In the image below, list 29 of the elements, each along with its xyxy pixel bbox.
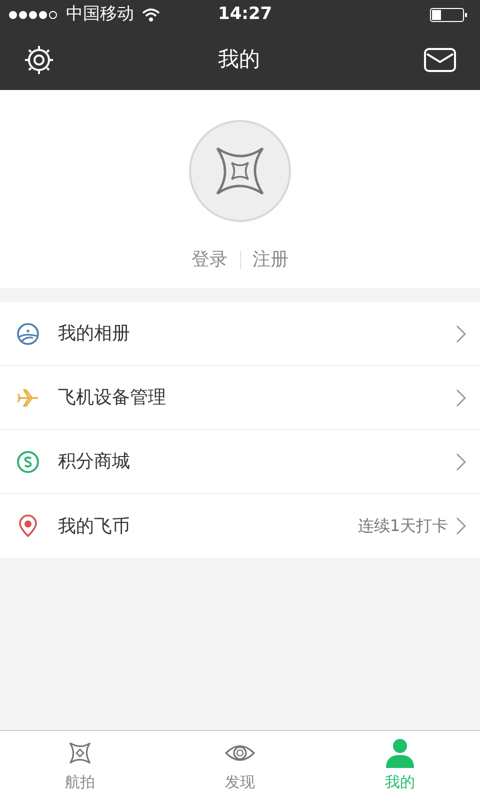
page-title: 我的	[218, 46, 260, 74]
menu-label: 我的飞币	[58, 514, 130, 538]
menu-label: 我的相册	[58, 322, 130, 346]
chevron-right-icon	[456, 517, 466, 535]
menu-item[interactable]: 我的飞币 连续1天打卡	[0, 494, 480, 558]
person-icon	[383, 737, 417, 770]
tab[interactable]: 发现	[160, 731, 320, 800]
chevron-right-icon	[456, 452, 466, 470]
chevron-right-icon	[456, 388, 466, 406]
carrier-name: 中国移动	[66, 3, 134, 26]
menu-detail: 连续1天打卡	[358, 515, 448, 537]
settings-icon[interactable]	[24, 45, 54, 75]
menu-label: 积分商城	[58, 450, 130, 474]
login-link[interactable]: 登录	[180, 246, 240, 273]
menu-item[interactable]: 积分商城	[0, 430, 480, 494]
menu-item[interactable]: 飞机设备管理	[0, 366, 480, 430]
album-icon	[16, 322, 40, 346]
dollar-icon	[16, 450, 40, 474]
chevron-right-icon	[456, 324, 466, 342]
battery-icon	[430, 7, 468, 23]
wifi-icon	[142, 8, 160, 22]
location-pin-icon	[16, 514, 40, 538]
menu-item[interactable]: 我的相册	[0, 302, 480, 366]
register-link[interactable]: 注册	[240, 246, 300, 273]
tab[interactable]: 航拍	[0, 731, 160, 800]
clock-time: 14:27	[218, 3, 272, 26]
menu-label: 飞机设备管理	[58, 386, 166, 410]
mail-icon[interactable]	[424, 48, 456, 72]
tab[interactable]: 我的	[320, 731, 480, 800]
